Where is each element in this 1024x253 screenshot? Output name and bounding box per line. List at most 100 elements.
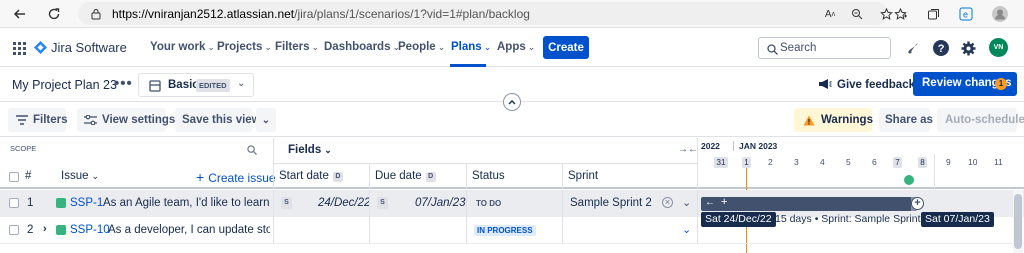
- nav-apps[interactable]: Apps ⌄: [497, 41, 535, 53]
- warnings-label: Warnings: [821, 114, 873, 126]
- auto-schedule-button[interactable]: Auto-schedule: [937, 108, 1024, 132]
- read-aloud-icon[interactable]: Aʌ: [820, 4, 840, 24]
- row-checkbox[interactable]: [9, 198, 19, 208]
- lock-icon[interactable]: [86, 4, 106, 24]
- nav-filters[interactable]: Filters ⌄: [275, 41, 319, 53]
- user-avatar[interactable]: VN: [989, 38, 1008, 57]
- status-lozenge[interactable]: TO DO: [476, 199, 501, 208]
- expand-chevron-icon[interactable]: ›: [43, 223, 47, 235]
- issue-key-link[interactable]: SSP-10: [70, 224, 110, 236]
- give-feedback-button[interactable]: Give feedback: [818, 78, 915, 91]
- start-date-header[interactable]: Start date D: [279, 170, 343, 182]
- due-date-label: Due date: [375, 170, 422, 182]
- zoom-icon[interactable]: [847, 4, 867, 24]
- timeline-day: 1: [742, 157, 751, 168]
- scope-label: SCOPE: [10, 144, 37, 153]
- timeline-scrollbar[interactable]: [1013, 190, 1023, 253]
- top-navigation: Jira Software Your work ⌄ Projects ⌄ Filte…: [0, 29, 1024, 67]
- settings-icon[interactable]: [958, 38, 978, 58]
- refresh-icon[interactable]: [44, 4, 64, 24]
- column-divider: [273, 217, 274, 244]
- search-icon: [762, 39, 782, 59]
- issue-summary[interactable]: As a developer, I can update story ...: [108, 224, 270, 236]
- date-type-badge: D: [332, 172, 343, 182]
- view-settings-button[interactable]: View settings: [77, 108, 175, 132]
- date-type-badge: D: [425, 172, 436, 182]
- column-divider: [369, 217, 370, 244]
- collapse-fields-icon[interactable]: →←: [678, 144, 698, 155]
- header-divider: [273, 163, 697, 164]
- scrollbar-thumb[interactable]: [1014, 194, 1022, 249]
- address-bar[interactable]: https://vniranjan2512.atlassian.net/jira…: [78, 2, 893, 25]
- issue-summary[interactable]: As an Agile team, I'd like to learn a...: [103, 197, 269, 209]
- release-marker-icon[interactable]: [904, 175, 914, 185]
- filters-button[interactable]: Filters: [8, 108, 68, 132]
- nav-label: People: [398, 41, 436, 53]
- timeline-day: 9: [946, 157, 951, 167]
- chevron-down-icon[interactable]: ⌄: [682, 223, 691, 236]
- due-date-value[interactable]: 07/Jan/23: [415, 197, 466, 209]
- fields-menu-button[interactable]: Fields ⌄: [288, 144, 332, 156]
- chevron-down-icon: ⌄: [483, 42, 492, 52]
- review-count-badge: 1: [995, 78, 1007, 90]
- nav-your-work[interactable]: Your work ⌄: [150, 41, 215, 53]
- start-date-source-badge: S: [281, 197, 292, 209]
- select-all-checkbox[interactable]: [9, 172, 19, 182]
- drag-handle-icon[interactable]: +: [721, 196, 727, 208]
- share-button[interactable]: Share as: [879, 108, 933, 132]
- start-date-tooltip: Sat 24/Dec/22: [701, 212, 776, 227]
- row-checkbox[interactable]: [9, 225, 19, 235]
- favorites-icon[interactable]: [890, 4, 910, 24]
- nav-plans[interactable]: Plans ⌄: [451, 41, 491, 53]
- view-selector-button[interactable]: Basic EDITED ⌄: [138, 73, 254, 97]
- save-view-button[interactable]: Save this view: [175, 108, 261, 132]
- column-divider: [697, 217, 698, 244]
- review-changes-button[interactable]: Review changes 1: [913, 72, 1017, 96]
- issue-key-link[interactable]: SSP-1: [70, 197, 103, 209]
- url-text[interactable]: https://vniranjan2512.atlassian.net/jira…: [112, 7, 530, 21]
- search-input[interactable]: Search: [758, 37, 891, 59]
- issue-column-header[interactable]: Issue ⌄: [61, 170, 99, 182]
- clear-sprint-icon[interactable]: ×: [662, 197, 673, 208]
- profile-icon[interactable]: [990, 4, 1010, 24]
- timeline-day: 6: [872, 157, 877, 167]
- back-icon[interactable]: [10, 4, 30, 24]
- warnings-button[interactable]: Warnings: [794, 108, 873, 132]
- browser-toolbar: https://vniranjan2512.atlassian.net/jira…: [0, 0, 1024, 28]
- status-header[interactable]: Status: [472, 170, 505, 182]
- nav-people[interactable]: People ⌄: [398, 41, 445, 53]
- due-date-header[interactable]: Due date D: [375, 170, 436, 182]
- timeline-day: 2: [768, 157, 773, 167]
- chevron-down-icon: ⌄: [207, 42, 215, 52]
- jira-logo-icon: [34, 41, 47, 54]
- url-path: /jira/plans/1/scenarios/1?vid=1#plan/bac…: [294, 7, 530, 21]
- nav-dashboards[interactable]: Dashboards ⌄: [324, 41, 400, 53]
- app-switcher-icon[interactable]: [9, 38, 29, 58]
- schedule-bar[interactable]: ← +: [701, 196, 917, 211]
- sprint-value[interactable]: Sample Sprint 2: [570, 197, 652, 209]
- story-icon: [56, 198, 66, 208]
- status-lozenge[interactable]: IN PROGRESS: [474, 225, 536, 236]
- create-issue-button[interactable]: + Create issue: [196, 169, 276, 185]
- create-button[interactable]: Create: [543, 36, 589, 59]
- nav-projects[interactable]: Projects ⌄: [217, 41, 272, 53]
- notifications-icon[interactable]: [903, 38, 923, 58]
- column-divider: [466, 164, 467, 189]
- more-actions-icon[interactable]: •••: [114, 75, 133, 92]
- search-icon[interactable]: [242, 140, 262, 160]
- column-divider: [562, 164, 563, 189]
- help-icon[interactable]: ?: [931, 38, 951, 58]
- chevron-down-icon: ⌄: [437, 42, 446, 52]
- edge-icon[interactable]: e: [956, 4, 976, 24]
- add-dependency-icon[interactable]: +: [911, 197, 924, 210]
- arrow-left-icon[interactable]: ←: [705, 197, 715, 208]
- collections-icon[interactable]: [923, 4, 943, 24]
- chevron-down-icon[interactable]: ⌄: [682, 196, 691, 209]
- jira-logo[interactable]: Jira Software: [34, 40, 127, 55]
- start-date-value[interactable]: 24/Dec/22: [318, 197, 370, 209]
- view-settings-label: View settings: [102, 114, 176, 126]
- svg-text:?: ?: [938, 43, 945, 55]
- save-view-options-chevron-icon[interactable]: ⌄: [256, 108, 276, 132]
- plan-toolbar: Filters View settings Save this view ⌄ W…: [0, 103, 1024, 137]
- sprint-header[interactable]: Sprint: [568, 170, 598, 182]
